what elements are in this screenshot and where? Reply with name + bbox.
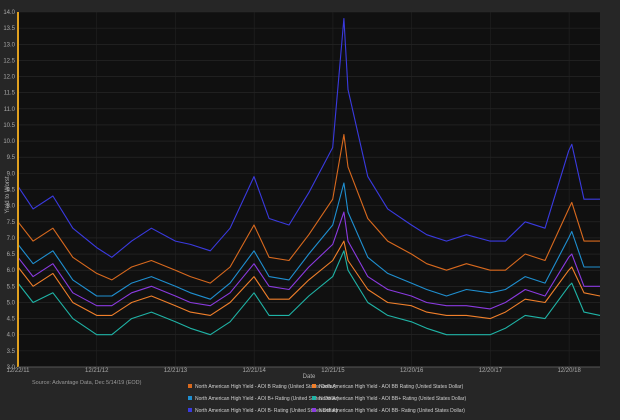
y-tick-label: 12.5 xyxy=(3,58,15,64)
legend: North American High Yield - AOI B Rating… xyxy=(188,384,466,414)
legend-label: North American High Yield - AOI BB Ratin… xyxy=(319,384,464,390)
y-tick-label: 6.5 xyxy=(7,252,16,258)
legend-swatch xyxy=(312,396,316,400)
y-tick-label: 5.5 xyxy=(7,284,16,290)
legend-swatch xyxy=(188,396,192,400)
line-chart: 3.03.54.04.55.05.56.06.57.07.58.08.59.09… xyxy=(0,0,620,420)
y-tick-label: 11.0 xyxy=(4,107,16,113)
y-tick-label: 7.0 xyxy=(7,236,16,242)
legend-label: North American High Yield - AOI BB+ Rati… xyxy=(319,396,466,402)
y-tick-label: 13.0 xyxy=(3,42,15,48)
legend-swatch xyxy=(188,384,192,388)
legend-swatch xyxy=(188,408,192,412)
legend-swatch xyxy=(312,384,316,388)
y-tick-label: 13.5 xyxy=(3,26,15,32)
x-tick-label: 12/20/17 xyxy=(479,368,503,374)
y-tick-label: 10.0 xyxy=(3,139,15,145)
y-tick-label: 9.5 xyxy=(7,155,16,161)
y-tick-label: 4.5 xyxy=(7,317,16,323)
x-tick-label: 12/21/14 xyxy=(243,368,267,374)
source-note: Source: Advantage Data, Dec 5/14/19 (EOD… xyxy=(32,380,142,386)
x-tick-label: 12/21/13 xyxy=(164,368,188,374)
y-tick-label: 10.5 xyxy=(3,123,15,129)
y-tick-label: 14.0 xyxy=(3,10,15,16)
y-tick-label: 9.0 xyxy=(7,171,16,177)
y-tick-label: 11.5 xyxy=(4,91,16,97)
y-tick-label: 3.5 xyxy=(7,349,16,355)
y-tick-label: 7.5 xyxy=(7,220,16,226)
y-axis-title: Yield to Worst xyxy=(5,176,11,213)
y-tick-label: 5.0 xyxy=(7,300,16,306)
x-tick-label: 12/21/12 xyxy=(85,368,109,374)
x-tick-label: 12/22/11 xyxy=(7,368,31,374)
chart-container: 3.0 3.5 4.0 4.5 5.0 5.5 6.0 6.5 7.0 7.5 8.0 8.5 9.0 9… xyxy=(0,0,620,420)
x-tick-label: 12/20/18 xyxy=(557,368,581,374)
x-tick-label: 12/20/16 xyxy=(400,368,424,374)
y-tick-label: 6.0 xyxy=(7,268,16,274)
legend-swatch xyxy=(312,408,316,412)
y-tick-label: 12.0 xyxy=(3,75,15,81)
legend-label: North American High Yield - AOI B- Ratin… xyxy=(195,408,338,414)
legend-label: North American High Yield - AOI B+ Ratin… xyxy=(195,396,339,402)
x-axis-title: Date xyxy=(303,374,316,380)
legend-label: North American High Yield - AOI BB- Rati… xyxy=(319,408,465,414)
y-tick-label: 4.0 xyxy=(7,333,16,339)
x-tick-label: 12/21/15 xyxy=(321,368,345,374)
